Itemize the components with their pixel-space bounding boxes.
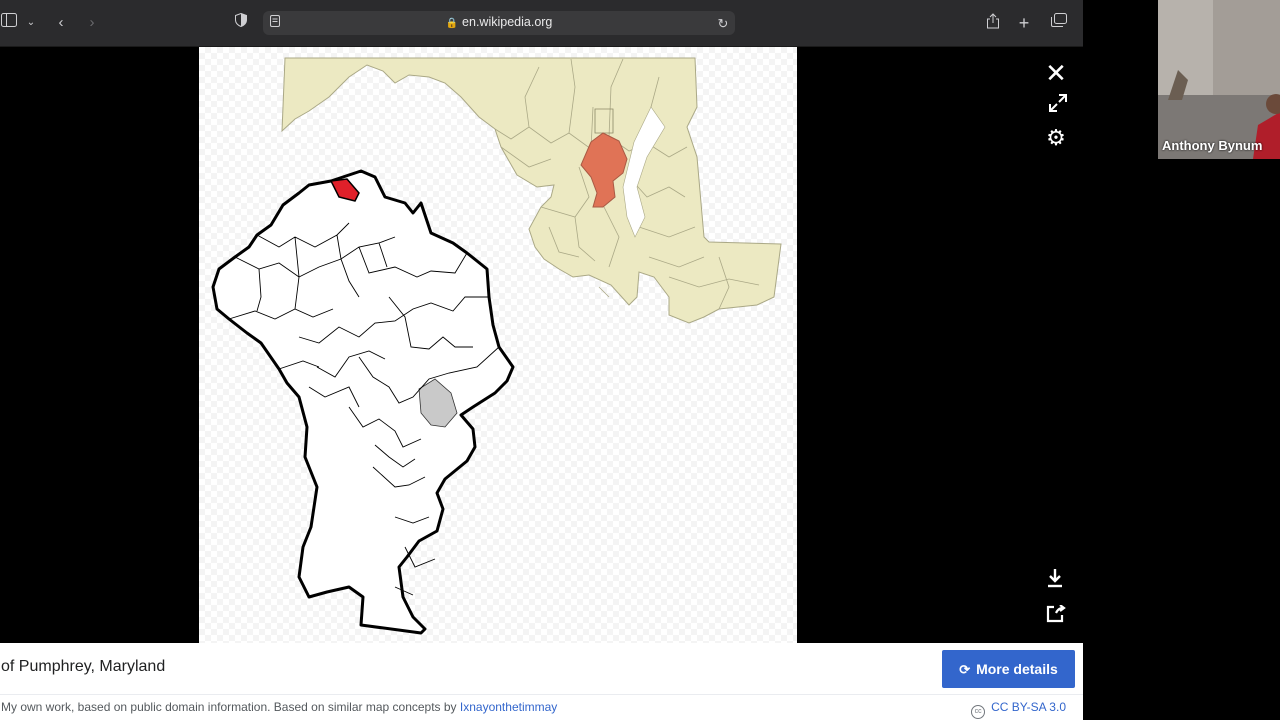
close-icon[interactable]: ✕ — [1042, 59, 1070, 87]
more-details-label: More details — [976, 661, 1058, 677]
browser-toolbar: ⌄ ‹ › 🔒 en.wikipedia.org ↻ + — [0, 0, 1083, 47]
participant-name: Anthony Bynum — [1162, 138, 1263, 153]
media-viewer: ✕ ⚙ — [0, 47, 1083, 643]
chevron-down-icon[interactable]: ⌄ — [24, 13, 38, 33]
locator-map-image — [199, 47, 797, 643]
share-external-icon[interactable] — [1042, 602, 1070, 630]
license-label: CC BY-SA 3.0 — [991, 700, 1066, 714]
image-credit: My own work, based on public domain info… — [1, 700, 557, 714]
caption-divider — [0, 694, 1083, 695]
share-icon[interactable] — [984, 13, 1002, 35]
reload-icon[interactable]: ↻ — [715, 14, 731, 34]
participant-video-tile: Anthony Bynum — [1158, 0, 1280, 159]
license-link[interactable]: cc CC BY-SA 3.0 — [971, 700, 1066, 719]
tab-overview-icon[interactable] — [1049, 13, 1069, 33]
county-detail-map — [211, 169, 515, 635]
url-label: en.wikipedia.org — [462, 15, 553, 29]
new-tab-icon[interactable]: + — [1015, 13, 1033, 33]
maryland-map — [211, 57, 782, 635]
sidebar-toggle-icon[interactable] — [0, 13, 18, 33]
url-text: 🔒 en.wikipedia.org — [263, 15, 735, 29]
privacy-shield-icon[interactable] — [232, 12, 250, 33]
participant-video-image — [1158, 0, 1280, 159]
download-icon[interactable] — [1041, 567, 1069, 595]
screen: ⌄ ‹ › 🔒 en.wikipedia.org ↻ + ✕ ⚙ of Pump… — [0, 0, 1280, 720]
more-details-icon: ⟳ — [959, 662, 971, 677]
author-link[interactable]: Ixnayonthetimmay — [460, 700, 557, 714]
more-details-button[interactable]: ⟳ More details — [942, 650, 1075, 688]
media-caption-bar: of Pumphrey, Maryland ⟳ More details My o… — [0, 643, 1083, 720]
forward-icon[interactable]: › — [83, 13, 101, 33]
back-icon[interactable]: ‹ — [52, 13, 70, 33]
credit-text: My own work, based on public domain info… — [1, 700, 457, 714]
cc-license-icon: cc — [971, 705, 986, 719]
settings-gear-icon[interactable]: ⚙ — [1042, 124, 1070, 152]
lock-icon: 🔒 — [445, 18, 459, 29]
fullscreen-icon[interactable] — [1044, 92, 1072, 120]
image-title: of Pumphrey, Maryland — [1, 658, 166, 675]
address-bar[interactable]: 🔒 en.wikipedia.org ↻ — [263, 11, 735, 35]
